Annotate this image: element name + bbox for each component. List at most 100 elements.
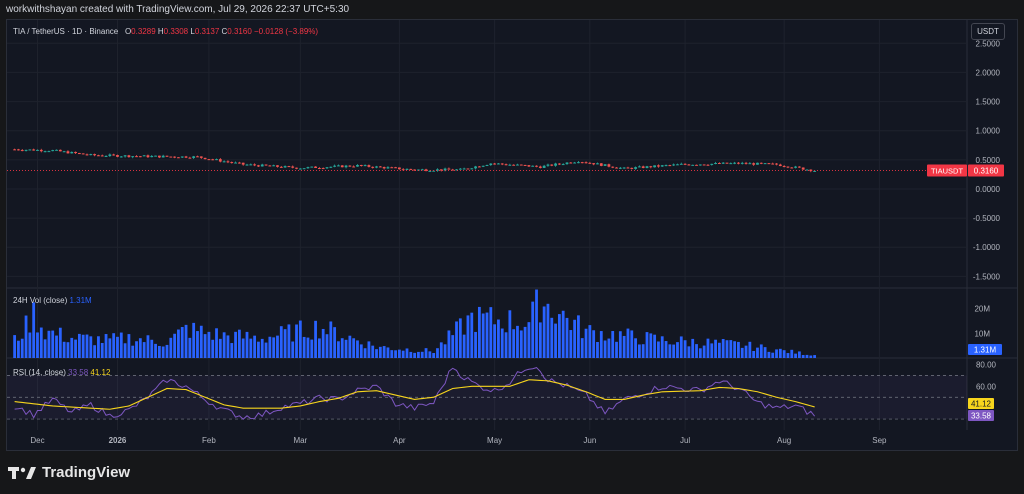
volume-bar [657, 341, 660, 358]
symbol-title: TIA / TetherUS · 1D · Binance [13, 27, 119, 36]
volume-bar [797, 351, 801, 358]
volume-bar [268, 336, 272, 358]
candle-body [378, 166, 382, 168]
volume-bar [325, 334, 329, 358]
candle-body [485, 165, 489, 167]
volume-bar [809, 355, 813, 358]
volume-bar [74, 339, 77, 358]
volume-bar [439, 342, 443, 358]
volume-bar [36, 332, 39, 358]
volume-bar [47, 330, 51, 358]
time-axis-tick: 2026 [109, 436, 127, 445]
candle-body [249, 164, 253, 166]
candle-body [382, 167, 386, 169]
candle-body [199, 156, 203, 158]
volume-bar [123, 343, 127, 358]
candle-body [748, 163, 752, 165]
symbol-legend[interactable]: TIA / TetherUS · 1D · Binance O0.3289 H0… [13, 27, 318, 36]
volume-axis-tick: 20M [974, 305, 990, 314]
candle-body [622, 167, 626, 169]
candle-body [234, 162, 237, 164]
candle-body [740, 162, 744, 164]
candle-body [794, 166, 797, 168]
volume-bar [314, 320, 317, 358]
candle-body [85, 154, 89, 156]
volume-bar [801, 355, 805, 358]
volume-bar [142, 342, 146, 358]
chart-svg[interactable]: 2.5000 2.0000 1.5000 1.0000 0.5000 0.0000 -0.5… [0, 0, 1024, 494]
tradingview-snapshot: workwithshayan created with TradingView.… [0, 0, 1024, 494]
volume-bar [447, 330, 451, 358]
volume-bar [588, 325, 592, 358]
candle-body [683, 163, 687, 165]
candle-body [596, 163, 599, 165]
tradingview-logo[interactable]: TradingView [8, 464, 130, 481]
candle-body [218, 159, 222, 162]
candle-body [649, 166, 653, 168]
volume-bar [131, 345, 135, 358]
volume-bar [276, 335, 279, 358]
candle-body [561, 164, 565, 166]
volume-bar [20, 338, 24, 358]
volume-bar [794, 353, 797, 358]
volume-bar [348, 335, 352, 358]
candle-body [637, 166, 641, 168]
candle-body [257, 165, 260, 167]
candle-body [245, 164, 249, 166]
candle-body [733, 162, 737, 164]
candle-body [24, 149, 28, 151]
candle-body [538, 166, 542, 168]
volume-bar [333, 327, 337, 358]
volume-bar [466, 315, 470, 358]
volume-pane [13, 289, 817, 358]
volume-bar [218, 338, 222, 358]
candle-body [295, 167, 298, 169]
volume-bar [306, 337, 310, 358]
rsi-legend[interactable]: RSI (14, close) 33.58 41.12 [13, 368, 110, 377]
candle-body [314, 166, 317, 169]
candle-body [100, 155, 104, 157]
volume-bar [226, 335, 230, 358]
candle-body [481, 165, 485, 167]
candle-body [554, 163, 557, 166]
volume-bar [253, 335, 257, 358]
candle-body [497, 163, 500, 165]
candle-body [230, 162, 234, 164]
footer [0, 452, 1024, 494]
volume-bar [744, 345, 748, 358]
candle-body [550, 164, 554, 166]
candle-body [626, 167, 630, 169]
price-tag-symbol: TIAUSDT [931, 167, 964, 176]
volume-bar [241, 338, 245, 358]
volume-bar [173, 333, 177, 358]
volume-legend[interactable]: 24H Vol (close) 1.31M [13, 296, 92, 305]
volume-bar [192, 322, 196, 358]
volume-bar [169, 337, 173, 358]
volume-bar [512, 329, 516, 358]
volume-bar [390, 350, 394, 358]
candle-body [500, 163, 504, 165]
volume-bar [672, 344, 676, 358]
candle-body [363, 165, 367, 167]
volume-bar [554, 323, 557, 358]
volume-bar [203, 334, 207, 358]
volume-bar [58, 327, 62, 358]
candle-body [584, 162, 588, 164]
candle-body [215, 159, 218, 161]
volume-bar [546, 303, 550, 358]
volume-bar [386, 347, 390, 358]
volume-bar [508, 310, 512, 358]
candle-body [698, 164, 702, 166]
candle-body [226, 161, 230, 163]
candle-body [386, 167, 390, 169]
candle-body [81, 153, 85, 155]
volume-bar [573, 319, 577, 358]
candle-body [813, 170, 817, 172]
price-axis-tick: -1.0000 [973, 243, 1001, 252]
candle-body [477, 166, 481, 168]
candle-body [531, 165, 535, 167]
volume-bar [420, 351, 424, 358]
volume-bar [39, 327, 43, 358]
currency-button[interactable]: USDT [971, 23, 1005, 40]
candle-body [573, 162, 577, 164]
